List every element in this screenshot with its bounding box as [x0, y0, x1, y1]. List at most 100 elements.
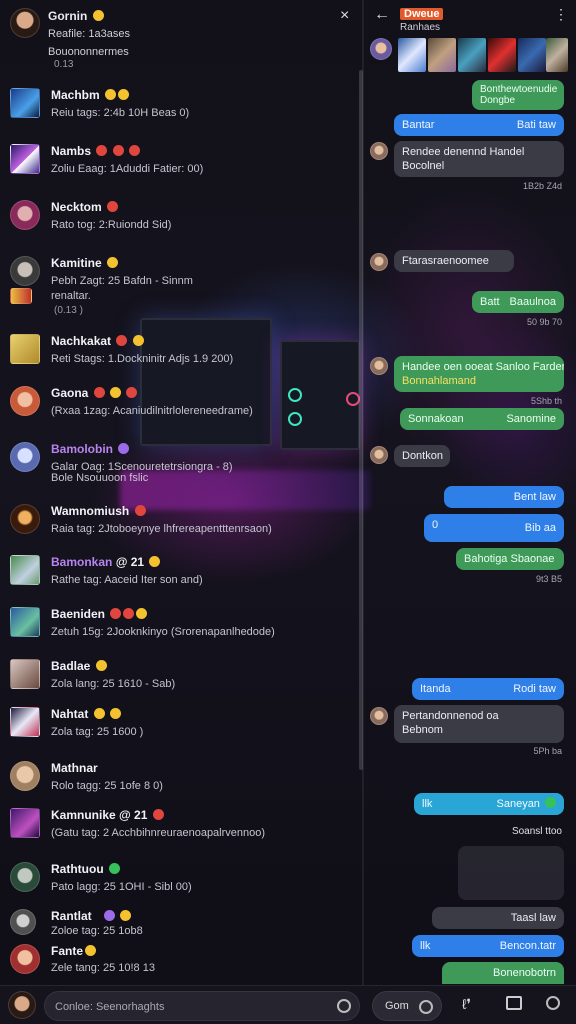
contact-name: Badlae: [51, 659, 107, 673]
message-bubble[interactable]: Sonnakoan Sanomine: [400, 408, 564, 430]
message-bubble[interactable]: Handee oen ooeat Sanloo Farder Bonnahlama…: [394, 356, 564, 392]
media-strip: [370, 36, 570, 72]
emoji-icon: [110, 708, 122, 719]
message-bubble[interactable]: Batt Baaulnoa: [472, 291, 564, 313]
emoji-icon: [112, 145, 124, 156]
contact-name: Nambs: [51, 144, 141, 158]
list-item[interactable]: Baeniden Zetuh 15g: 2Jooknkinyo (Srorena…: [0, 603, 358, 651]
avatar[interactable]: [10, 8, 40, 38]
message-meta: (0.13 ): [54, 305, 83, 316]
contact-name: Bamolobin: [51, 442, 130, 456]
list-item[interactable]: Nachkakat Reti Stags: 1.Dockninitr Adjs …: [0, 330, 358, 378]
avatar: [10, 256, 40, 286]
message-bubble[interactable]: Bonthewtoenudie Dongbe: [472, 80, 564, 110]
message-bubble[interactable]: llk Saneyan: [414, 793, 564, 815]
list-item[interactable]: Machbm Reiu tags: 2:4b 10H Beas 0): [0, 84, 358, 132]
message-preview: Raia tag: 2Jtoboeynye lhfrereapentttenrs…: [51, 523, 272, 535]
emoji-icon: [149, 556, 161, 567]
compose-bar: Gom ℓ❜: [0, 985, 576, 1024]
message-bubble-placeholder: [458, 846, 564, 900]
message-bubble[interactable]: Pertandonnenod oa Bebnom: [394, 705, 564, 743]
image-icon[interactable]: [506, 996, 522, 1013]
list-item[interactable]: Gaona (Rxaa 1zag: Acaniudilnitrlolerenee…: [0, 382, 358, 430]
list-item[interactable]: Necktom Rato tog: 2:Ruiondd Sid): [0, 196, 358, 244]
avatar: [10, 707, 40, 737]
avatar: [10, 659, 40, 689]
message-input[interactable]: [55, 998, 325, 1016]
emoji-icon: [107, 257, 119, 268]
avatar[interactable]: [370, 38, 392, 60]
message-bubble[interactable]: 0 Bib aa: [424, 514, 564, 542]
list-item[interactable]: Badlae Zola lang: 25 1610 - Sab): [0, 655, 358, 703]
contact-name: Necktom: [51, 200, 119, 214]
list-item[interactable]: Wamnomiush Raia tag: 2Jtoboeynye lhfrere…: [0, 500, 358, 548]
media-thumbnail[interactable]: [546, 38, 568, 72]
emoji-icon: [123, 608, 135, 619]
list-item[interactable]: Nahtat Zola tag: 25 1600 ): [0, 703, 358, 751]
list-item[interactable]: Kamnunike @ 21 (Gatu tag: 2 Acchbihnreur…: [0, 804, 358, 852]
profile-meta: 0.13: [54, 59, 74, 70]
media-thumbnail[interactable]: [488, 38, 516, 72]
power-icon[interactable]: [546, 996, 560, 1013]
contact-name: Rathtuou: [51, 862, 120, 876]
message-bubble[interactable]: llk Bencon.tatr: [412, 935, 564, 957]
message-bubble[interactable]: Ftarasraenoomee: [394, 250, 514, 272]
chat-header: ← Dweue Ranhaes ⋮: [364, 0, 576, 36]
emoji-picker-icon[interactable]: [337, 999, 351, 1013]
message-bubble[interactable]: Bantar Bati taw: [394, 114, 564, 136]
send-button[interactable]: Gom: [372, 991, 442, 1021]
avatar: [10, 761, 40, 791]
message-preview: Reiu tags: 2:4b 10H Beas 0): [51, 107, 190, 119]
list-item[interactable]: Bamonkan @ 21 Rathe tag: Aaceid Iter son…: [0, 551, 358, 599]
list-item[interactable]: Kamitine Pebh Zagt: 25 Bafdn - Sinnm ren…: [0, 252, 358, 322]
avatar[interactable]: [8, 991, 36, 1019]
profile-header: Gornin Reafile: 1a3ases Bouononnermes 0.…: [0, 0, 362, 76]
emoji-icon: [93, 387, 105, 398]
message-bubble[interactable]: Bonenobotrn: [442, 962, 564, 984]
list-item[interactable]: Rathtuou Pato lagg: 25 1OHI - Sibl 00): [0, 858, 358, 906]
media-thumbnail[interactable]: [458, 38, 486, 72]
media-thumbnail[interactable]: [518, 38, 546, 72]
message-preview-extra: renaltar.: [51, 290, 91, 302]
message-bubble[interactable]: Rendee denennd Handel Bocolnel: [394, 141, 564, 177]
scrollbar[interactable]: [359, 70, 363, 770]
message-preview-extra: Bole Nsouuoon fslic: [51, 472, 149, 484]
contact-name: Rantlat: [51, 909, 132, 923]
emoji-icon: [136, 608, 148, 619]
back-arrow-icon[interactable]: ←: [374, 6, 390, 24]
message-bubble[interactable]: Bahotiga Sbaonae: [456, 548, 564, 570]
message-bubble[interactable]: Itanda Rodi taw: [412, 678, 564, 700]
message-bubble[interactable]: Dontkon: [394, 445, 450, 467]
contact-name: Mathnar: [51, 761, 98, 775]
message-bubble[interactable]: Taasl law: [432, 907, 564, 929]
avatar: [10, 607, 40, 637]
media-thumbnail[interactable]: [398, 38, 426, 72]
emoji-icon: [110, 387, 122, 398]
emoji-icon: [93, 708, 105, 719]
timestamp: 5Ph ba: [533, 746, 562, 756]
message-preview: Zoliu Eaag: 1Aduddi Fatier: 00): [51, 163, 204, 175]
emoji-icon: [95, 660, 107, 671]
mic-icon[interactable]: ℓ❜: [462, 996, 471, 1013]
message-preview: Zola lang: 25 1610 - Sab): [51, 678, 176, 690]
message-preview: Pato lagg: 25 1OHI - Sibl 00): [51, 881, 192, 893]
message-bubble[interactable]: Bent law: [444, 486, 564, 508]
message-preview: Zele tang: 25 10!8 13: [51, 962, 155, 974]
timestamp: Soansl ttoo: [511, 826, 562, 837]
close-icon[interactable]: ×: [340, 7, 349, 25]
message-preview: Pebh Zagt: 25 Bafdn - Sinnm: [51, 275, 193, 287]
media-thumbnail[interactable]: [428, 38, 456, 72]
list-item[interactable]: Fante Zele tang: 25 10!8 13: [0, 940, 358, 988]
list-item[interactable]: Bamolobin Galar Oag: 1Scenouretetrsiongr…: [0, 438, 358, 494]
more-vertical-icon[interactable]: ⋮: [554, 6, 568, 23]
avatar: [10, 88, 40, 118]
sender-avatar: [370, 446, 388, 464]
list-item[interactable]: Nambs Zoliu Eaag: 1Aduddi Fatier: 00): [0, 140, 358, 188]
emoji-icon: [110, 608, 122, 619]
compose-field[interactable]: [44, 991, 360, 1021]
emoji-icon: [116, 335, 128, 346]
contact-name: Machbm: [51, 88, 130, 102]
profile-name: Gornin: [48, 9, 104, 23]
list-item[interactable]: Mathnar Rolo tagg: 25 1ofe 8 0): [0, 757, 358, 805]
message-preview: Zola tag: 25 1600 ): [51, 726, 144, 738]
